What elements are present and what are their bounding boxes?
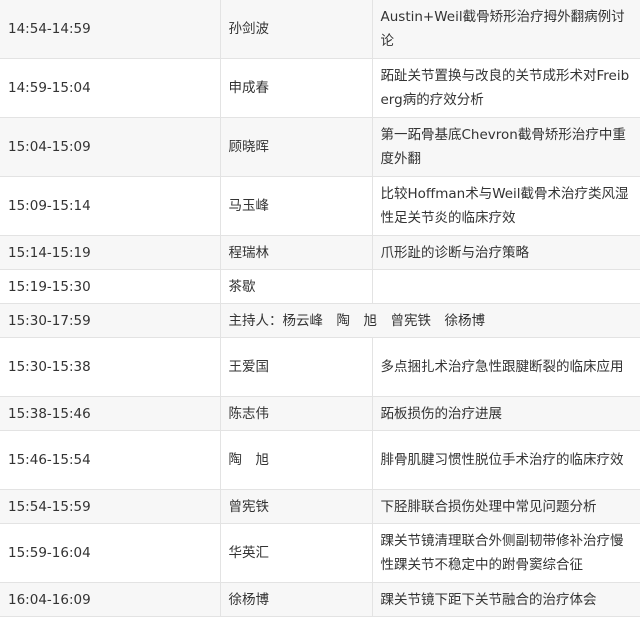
talk-title-cell: 踝关节镜清理联合外侧副韧带修补治疗慢性踝关节不稳定中的跗骨窦综合征 — [371, 523, 640, 583]
speaker-cell: 陶 旭 — [219, 430, 372, 490]
time-cell: 15:19-15:30 — [0, 269, 220, 304]
time-cell: 15:59-16:04 — [0, 523, 220, 583]
table-row: 15:30-17:59 主持人：杨云峰 陶 旭 曾宪铁 徐杨博 — [0, 303, 640, 338]
table-row: 15:54-15:59 曾宪铁 下胫腓联合损伤处理中常见问题分析 — [0, 489, 640, 524]
time-cell: 15:14-15:19 — [0, 235, 220, 270]
talk-title-cell: 踝关节镜下距下关节融合的治疗体会 — [371, 582, 640, 617]
time-cell: 15:38-15:46 — [0, 396, 220, 431]
table-row: 15:14-15:19 程瑞林 爪形趾的诊断与治疗策略 — [0, 235, 640, 270]
time-cell: 15:30-15:38 — [0, 337, 220, 397]
speaker-cell: 王爱国 — [219, 337, 372, 397]
table-row: 14:59-15:04 申成春 跖趾关节置换与改良的关节成形术对Freiberg病的… — [0, 58, 640, 118]
speaker-cell: 顾晓晖 — [219, 117, 372, 177]
speaker-cell: 华英汇 — [219, 523, 372, 583]
time-cell: 15:30-17:59 — [0, 303, 220, 338]
table-row: 16:04-16:09 徐杨博 踝关节镜下距下关节融合的治疗体会 — [0, 582, 640, 617]
table-row: 15:04-15:09 顾晓晖 第一跖骨基底Chevron截骨矫形治疗中重度外翻 — [0, 117, 640, 177]
speaker-cell: 曾宪铁 — [219, 489, 372, 524]
speaker-cell: 徐杨博 — [219, 582, 372, 617]
talk-title-cell: 比较Hoffman术与Weil截骨术治疗类风湿性足关节炎的临床疗效 — [371, 176, 640, 236]
talk-title-cell — [371, 269, 640, 304]
speaker-cell: 程瑞林 — [219, 235, 372, 270]
table-row: 15:09-15:14 马玉峰 比较Hoffman术与Weil截骨术治疗类风湿性足关… — [0, 176, 640, 236]
time-cell: 15:04-15:09 — [0, 117, 220, 177]
talk-title-cell: 跖板损伤的治疗进展 — [371, 396, 640, 431]
time-cell: 14:54-14:59 — [0, 0, 220, 59]
time-cell: 14:59-15:04 — [0, 58, 220, 118]
speaker-cell: 申成春 — [219, 58, 372, 118]
talk-title-cell: 跖趾关节置换与改良的关节成形术对Freiberg病的疗效分析 — [371, 58, 640, 118]
time-cell: 15:09-15:14 — [0, 176, 220, 236]
moderators-cell: 主持人：杨云峰 陶 旭 曾宪铁 徐杨博 — [219, 303, 640, 338]
talk-title-cell: Austin+Weil截骨矫形治疗拇外翻病例讨论 — [371, 0, 640, 59]
time-cell: 15:54-15:59 — [0, 489, 220, 524]
time-cell: 16:04-16:09 — [0, 582, 220, 617]
table-row: 14:54-14:59 孙剑波 Austin+Weil截骨矫形治疗拇外翻病例讨论 — [0, 0, 640, 59]
schedule-table: 14:54-14:59 孙剑波 Austin+Weil截骨矫形治疗拇外翻病例讨论 14… — [0, 0, 640, 617]
table-row: 15:59-16:04 华英汇 踝关节镜清理联合外侧副韧带修补治疗慢性踝关节不稳定中… — [0, 523, 640, 583]
table-row: 15:19-15:30 茶歇 — [0, 269, 640, 304]
time-cell: 15:46-15:54 — [0, 430, 220, 490]
table-row: 15:38-15:46 陈志伟 跖板损伤的治疗进展 — [0, 396, 640, 431]
talk-title-cell: 第一跖骨基底Chevron截骨矫形治疗中重度外翻 — [371, 117, 640, 177]
speaker-cell: 马玉峰 — [219, 176, 372, 236]
table-row: 15:46-15:54 陶 旭腓骨肌腱习惯性脱位手术治疗的临床疗效 — [0, 430, 640, 490]
talk-title-cell: 腓骨肌腱习惯性脱位手术治疗的临床疗效 — [371, 430, 640, 490]
table-row: 15:30-15:38 王爱国 多点捆扎术治疗急性跟腱断裂的临床应用 — [0, 337, 640, 397]
speaker-cell: 陈志伟 — [219, 396, 372, 431]
talk-title-cell: 多点捆扎术治疗急性跟腱断裂的临床应用 — [371, 337, 640, 397]
schedule-body: 14:54-14:59 孙剑波 Austin+Weil截骨矫形治疗拇外翻病例讨论 14… — [0, 0, 640, 617]
speaker-cell: 茶歇 — [219, 269, 372, 304]
talk-title-cell: 爪形趾的诊断与治疗策略 — [371, 235, 640, 270]
talk-title-cell: 下胫腓联合损伤处理中常见问题分析 — [371, 489, 640, 524]
speaker-cell: 孙剑波 — [219, 0, 372, 59]
